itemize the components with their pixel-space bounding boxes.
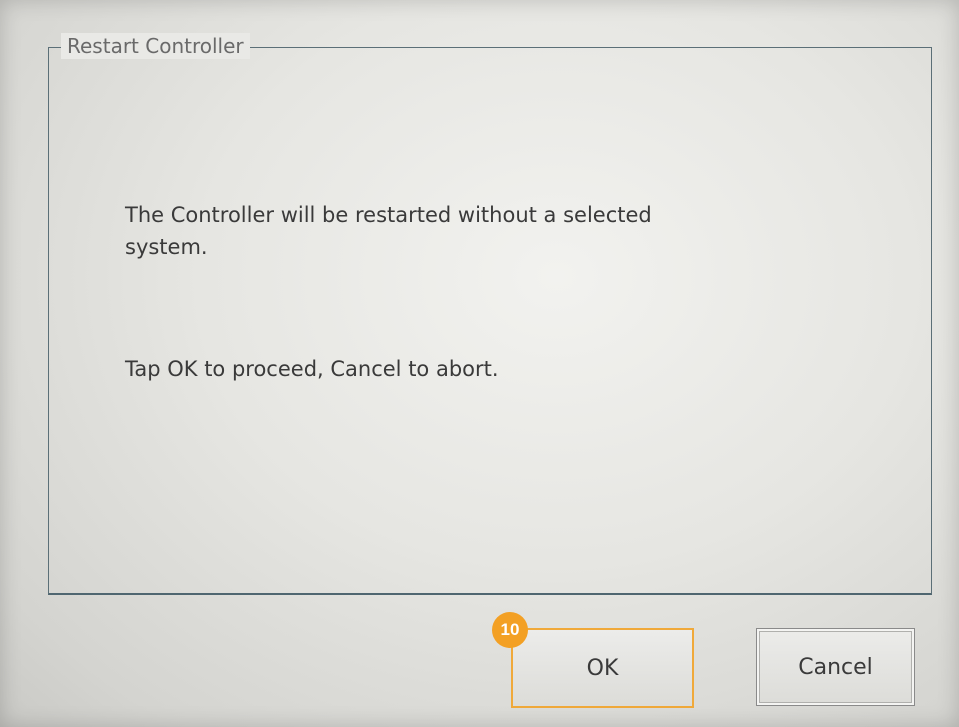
step-number-badge: 10 bbox=[492, 612, 528, 648]
cancel-button-label: Cancel bbox=[798, 654, 873, 680]
message-instruction: Tap OK to proceed, Cancel to abort. bbox=[125, 357, 499, 381]
controller-screen: Restart Controller The Controller will b… bbox=[0, 0, 959, 727]
ok-button[interactable]: OK bbox=[511, 628, 694, 708]
message-line-2: system. bbox=[125, 235, 208, 259]
ok-button-label: OK bbox=[586, 655, 619, 681]
dialog-title: Restart Controller bbox=[61, 33, 250, 59]
message-line-1: The Controller will be restarted without… bbox=[125, 203, 652, 227]
cancel-button[interactable]: Cancel bbox=[756, 628, 915, 706]
restart-controller-groupbox bbox=[48, 47, 932, 595]
